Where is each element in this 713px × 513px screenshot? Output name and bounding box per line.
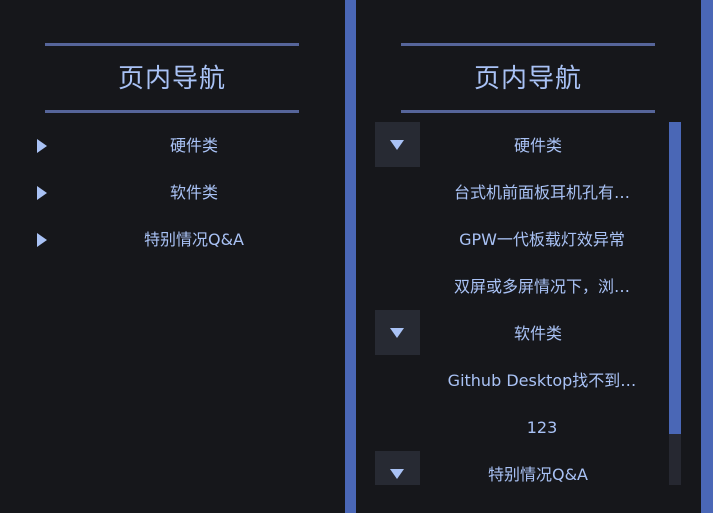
scrollbar-thumb[interactable]: [669, 122, 681, 434]
nav-header: 页内导航: [401, 43, 655, 113]
expand-toggle[interactable]: [20, 122, 65, 167]
panel-edge: [701, 0, 713, 513]
caret-down-icon: [390, 328, 404, 338]
nav-header: 页内导航: [45, 43, 299, 113]
tree-group-software[interactable]: 软件类: [375, 310, 681, 357]
nav-panel-expanded: 页内导航 硬件类 台式机前面板耳机孔有… GPW一代板载灯效异常 双屏或多屏情况…: [356, 0, 701, 513]
tree-leaf[interactable]: 台式机前面板耳机孔有…: [375, 169, 681, 216]
tree-leaf-label[interactable]: GPW一代板载灯效异常: [433, 216, 651, 263]
tree-leaf[interactable]: Github Desktop找不到…: [375, 357, 681, 404]
tree-leaf-label[interactable]: 台式机前面板耳机孔有…: [433, 169, 651, 216]
title-bottom-rule: [401, 110, 655, 113]
tree-leaf[interactable]: 双屏或多屏情况下，浏…: [375, 263, 681, 310]
collapse-toggle[interactable]: [375, 310, 420, 355]
nav-title: 页内导航: [117, 64, 226, 94]
caret-right-icon: [37, 233, 47, 247]
tree-leaf-label[interactable]: Github Desktop找不到…: [433, 357, 651, 404]
caret-down-icon: [390, 469, 404, 479]
tree-group-hardware[interactable]: 硬件类: [375, 122, 681, 169]
caret-down-icon: [390, 140, 404, 150]
tree-group-label[interactable]: 软件类: [425, 310, 651, 357]
tree-leaf[interactable]: GPW一代板载灯效异常: [375, 216, 681, 263]
title-bottom-rule: [45, 110, 299, 113]
tree-item-label[interactable]: 软件类: [78, 169, 310, 216]
caret-right-icon: [37, 186, 47, 200]
tree-item-special-qa[interactable]: 特别情况Q&A: [20, 216, 330, 263]
tree-leaf[interactable]: 123: [375, 404, 681, 451]
tree-item-hardware[interactable]: 硬件类: [20, 122, 330, 169]
tree-item-label[interactable]: 特别情况Q&A: [78, 216, 310, 263]
caret-right-icon: [37, 139, 47, 153]
nav-tree: 硬件类 软件类 特别情况Q&A: [20, 122, 330, 263]
panel-divider: [345, 0, 356, 513]
page: 页内导航 硬件类 软件类 特别情况Q&A 页内导航 硬件类 台式机前面板耳机孔有…: [0, 0, 713, 513]
tree-group-special-qa[interactable]: 特别情况Q&A: [375, 451, 681, 485]
nav-panel-collapsed: 页内导航 硬件类 软件类 特别情况Q&A: [0, 0, 345, 513]
tree-item-label[interactable]: 硬件类: [78, 122, 310, 169]
nav-title: 页内导航: [473, 64, 582, 94]
collapse-toggle[interactable]: [375, 451, 420, 485]
collapse-toggle[interactable]: [375, 122, 420, 167]
tree-group-label[interactable]: 硬件类: [425, 122, 651, 169]
nav-tree: 硬件类 台式机前面板耳机孔有… GPW一代板载灯效异常 双屏或多屏情况下，浏… …: [375, 122, 681, 485]
tree-leaf-label[interactable]: 123: [433, 404, 651, 451]
tree-scrollbar[interactable]: [669, 122, 681, 485]
expand-toggle[interactable]: [20, 216, 65, 261]
tree-item-software[interactable]: 软件类: [20, 169, 330, 216]
expand-toggle[interactable]: [20, 169, 65, 214]
tree-leaf-label[interactable]: 双屏或多屏情况下，浏…: [433, 263, 651, 310]
tree-group-label[interactable]: 特别情况Q&A: [425, 451, 651, 485]
